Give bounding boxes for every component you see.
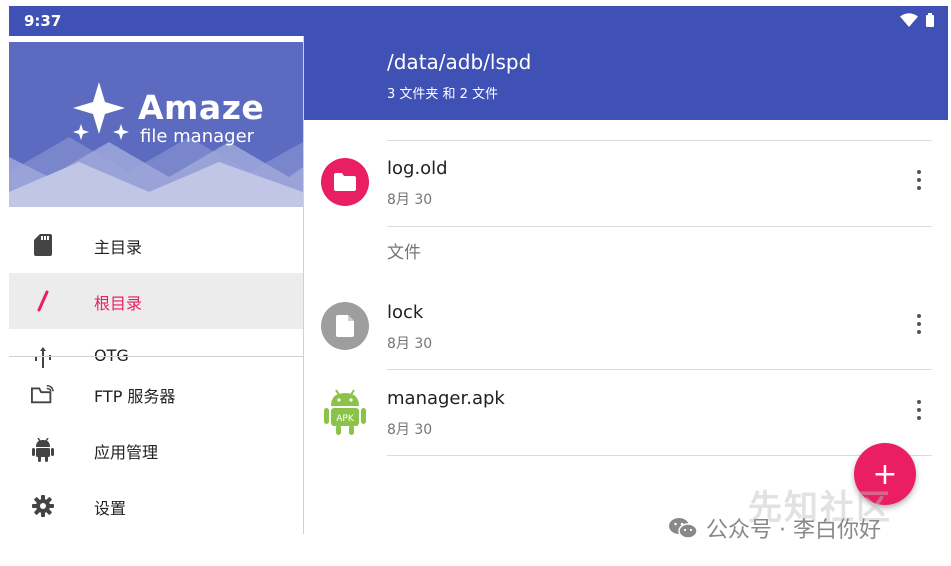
folder-thumb bbox=[321, 158, 369, 206]
watermark: 公众号 · 李白你好 bbox=[668, 512, 881, 544]
list-item-manager-apk[interactable]: APK manager.apk 8月 30 bbox=[303, 370, 948, 455]
amaze-logo-icon bbox=[73, 82, 129, 140]
drawer-divider bbox=[9, 356, 303, 357]
drawer-item-home[interactable]: 主目录 bbox=[9, 217, 303, 273]
current-path[interactable]: /data/adb/lspd bbox=[387, 50, 531, 74]
apk-badge: APK bbox=[336, 414, 355, 424]
more-vert-icon[interactable] bbox=[916, 400, 922, 424]
list-divider bbox=[387, 455, 932, 456]
device-screen: 9:37 /data/adb/lspd 3 文件夹 和 2 文件 log.old… bbox=[9, 6, 948, 534]
app-bar: /data/adb/lspd 3 文件夹 和 2 文件 bbox=[303, 36, 948, 120]
list-item-log-old[interactable]: log.old 8月 30 bbox=[303, 140, 948, 225]
item-date: 8月 30 bbox=[387, 422, 433, 438]
drawer-item-root[interactable]: 根目录 bbox=[9, 273, 303, 329]
list-item-lock[interactable]: lock 8月 30 bbox=[303, 284, 948, 369]
android-icon bbox=[32, 438, 54, 462]
item-date: 8月 30 bbox=[387, 336, 433, 352]
drawer-item-label: 设置 bbox=[94, 499, 127, 518]
ftp-folder-icon bbox=[31, 384, 54, 404]
file-thumb bbox=[321, 302, 369, 350]
drawer-item-label: 应用管理 bbox=[94, 443, 159, 462]
status-icons bbox=[900, 13, 934, 27]
drawer-item-app-manager[interactable]: 应用管理 bbox=[9, 422, 303, 478]
status-time: 9:37 bbox=[24, 12, 62, 30]
file-list: log.old 8月 30 文件 lock 8月 30 APK manager.… bbox=[303, 120, 948, 534]
drawer-item-label: 主目录 bbox=[94, 238, 143, 257]
drawer-header: Amaze file manager bbox=[9, 42, 303, 207]
section-header-files: 文件 bbox=[387, 243, 421, 263]
more-vert-icon[interactable] bbox=[916, 314, 922, 338]
android-apk-icon: APK bbox=[324, 389, 366, 435]
sd-card-icon bbox=[34, 234, 52, 256]
drawer-item-settings[interactable]: 设置 bbox=[9, 478, 303, 534]
gear-icon bbox=[32, 495, 54, 517]
folder-icon bbox=[334, 173, 356, 191]
navigation-drawer: Amaze file manager 主目录 根目录 OTG FTP 服务器 应… bbox=[9, 36, 304, 534]
usb-icon bbox=[35, 347, 51, 368]
wifi-icon bbox=[900, 13, 918, 27]
item-name: manager.apk bbox=[387, 388, 505, 409]
wechat-icon bbox=[669, 518, 698, 539]
slash-icon bbox=[37, 290, 49, 312]
apk-thumb: APK bbox=[321, 388, 369, 436]
brand-title: Amaze bbox=[138, 88, 265, 127]
folder-summary: 3 文件夹 和 2 文件 bbox=[387, 87, 499, 102]
drawer-item-ftp-server[interactable]: FTP 服务器 bbox=[9, 366, 303, 422]
item-name: log.old bbox=[387, 158, 448, 179]
drawer-item-label: 根目录 bbox=[94, 294, 143, 313]
more-vert-icon[interactable] bbox=[916, 170, 922, 194]
file-icon bbox=[336, 315, 354, 337]
drawer-item-label: FTP 服务器 bbox=[94, 387, 176, 406]
battery-icon bbox=[926, 13, 934, 27]
status-bar: 9:37 bbox=[9, 6, 948, 36]
item-name: lock bbox=[387, 302, 424, 323]
item-date: 8月 30 bbox=[387, 192, 433, 208]
watermark-text: 公众号 · 李白你好 bbox=[706, 518, 881, 543]
brand-subtitle: file manager bbox=[140, 126, 255, 147]
list-divider bbox=[387, 226, 932, 227]
